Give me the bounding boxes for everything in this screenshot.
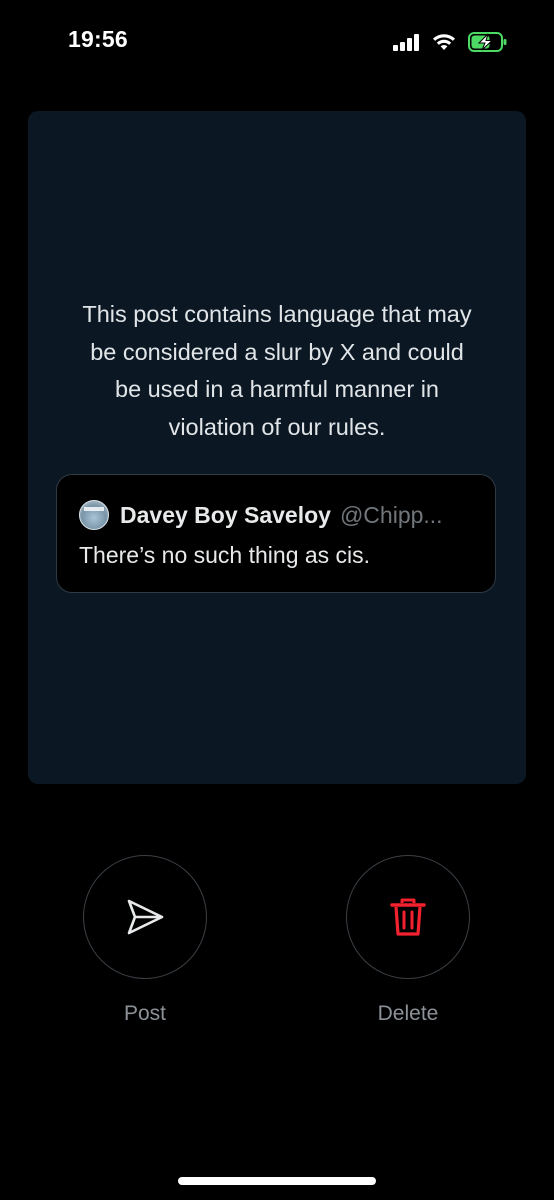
notice-line: This post contains language that may <box>82 301 472 327</box>
author-handle: @Chipp... <box>339 501 443 528</box>
battery-charging-icon <box>468 32 507 52</box>
notice-line: be used in a harmful manner in <box>115 376 439 402</box>
post-label: Post <box>123 1002 167 1025</box>
status-time: 19:56 <box>68 26 128 52</box>
trash-icon <box>390 898 426 936</box>
status-icons <box>393 30 508 54</box>
avatar <box>79 500 109 530</box>
quoted-post[interactable]: Davey Boy Saveloy @Chipp... There’s no s… <box>56 474 496 593</box>
quoted-post-text: There’s no such thing as cis. <box>79 542 371 568</box>
moderation-card <box>28 111 526 784</box>
delete-label: Delete <box>377 1002 439 1025</box>
post-button[interactable] <box>83 855 207 979</box>
moderation-notice: This post contains language that may be … <box>0 296 554 446</box>
post-action: Post <box>83 855 207 1026</box>
status-bar: 19:56 <box>0 0 554 84</box>
home-indicator[interactable] <box>178 1177 376 1185</box>
quoted-post-header: Davey Boy Saveloy @Chipp... <box>79 500 443 530</box>
author-name: Davey Boy Saveloy <box>120 501 331 528</box>
delete-button[interactable] <box>346 855 470 979</box>
send-icon <box>127 899 164 935</box>
notice-line: be considered a slur by X and could <box>90 338 464 365</box>
delete-action: Delete <box>346 855 470 1026</box>
notice-line: violation of our rules. <box>168 413 386 440</box>
signal-icon <box>393 34 419 51</box>
wifi-icon <box>433 34 455 50</box>
